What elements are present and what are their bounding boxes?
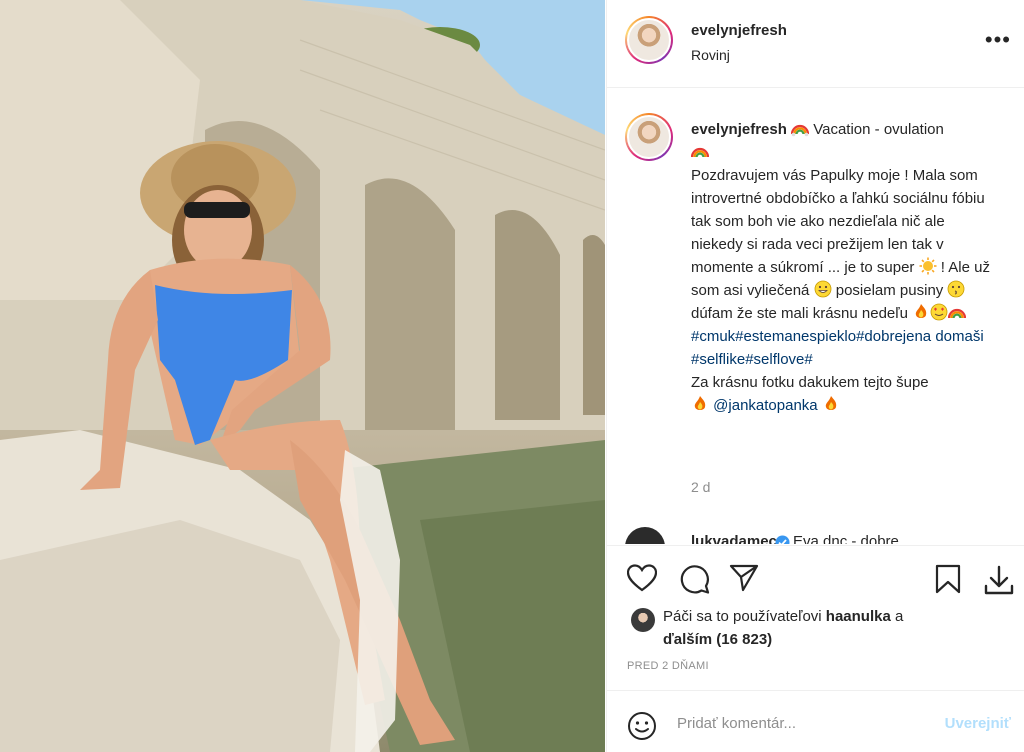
paper-plane-icon[interactable] xyxy=(729,564,759,592)
post-location[interactable]: Rovinj xyxy=(691,47,730,63)
liker-avatar[interactable] xyxy=(631,608,655,632)
likes-user[interactable]: haanulka xyxy=(826,608,891,625)
emoji-smile-icon[interactable] xyxy=(627,711,657,741)
post-photo xyxy=(0,0,605,752)
caption-mention[interactable]: @jankatopanka xyxy=(713,397,817,414)
verified-badge-icon xyxy=(775,535,790,544)
comment-bubble-icon[interactable] xyxy=(679,564,711,594)
love-face-emoji-icon xyxy=(930,303,948,321)
caption-body-part4: dúfam že ste mali krásnu nedeľu xyxy=(691,305,913,322)
comment-row: lukvadamec Eva dnc - dobre xyxy=(625,523,1024,544)
post-actions-bar xyxy=(607,545,1024,607)
caption-avatar[interactable] xyxy=(625,113,673,161)
comment-text: Eva dnc - dobre xyxy=(793,533,899,544)
post-header: evelynjefresh Rovinj ••• xyxy=(607,0,1024,88)
caption-text: evelynjefresh Vacation - ovulation Pozdr… xyxy=(691,118,991,417)
author-username[interactable]: evelynjefresh xyxy=(691,22,787,39)
grin-emoji-icon xyxy=(814,280,831,298)
bookmark-icon[interactable] xyxy=(935,564,961,594)
likes-text: Páči sa to používateľovi haanulka a ďalš… xyxy=(663,605,1003,651)
comment-input[interactable] xyxy=(677,711,927,735)
commenter-avatar[interactable] xyxy=(625,527,665,544)
more-options-icon[interactable]: ••• xyxy=(985,29,1011,51)
caption-hashtags[interactable]: #cmuk#estemanespieklo#dobrejena domaši #… xyxy=(691,328,984,368)
fire-emoji-icon xyxy=(915,304,927,318)
photo-illustration xyxy=(0,0,605,752)
sun-emoji-icon xyxy=(919,257,937,275)
caption-username[interactable]: evelynjefresh xyxy=(691,121,787,138)
comments-section: evelynjefresh Vacation - ovulation Pozdr… xyxy=(607,89,1024,544)
caption-title: Vacation - ovulation xyxy=(809,121,944,138)
fire-emoji-icon xyxy=(694,396,706,410)
rainbow-emoji-icon xyxy=(691,147,709,158)
post-timestamp[interactable]: PRED 2 DŇAMI xyxy=(627,660,709,672)
kiss-emoji-icon xyxy=(948,280,965,298)
rainbow-emoji-icon xyxy=(791,124,810,137)
fire-emoji-icon xyxy=(825,396,837,410)
post-side-panel: evelynjefresh Rovinj ••• evelynjefresh V… xyxy=(606,0,1024,752)
heart-icon[interactable] xyxy=(627,564,657,592)
post-age[interactable]: 2 d xyxy=(691,479,710,495)
post-comment-button[interactable]: Uverejniť xyxy=(945,715,1011,732)
likes-others[interactable]: ďalším (16 823) xyxy=(663,631,772,648)
author-avatar[interactable] xyxy=(625,16,673,64)
rainbow-emoji-icon xyxy=(948,308,967,319)
commenter-username[interactable]: lukvadamec xyxy=(691,533,777,544)
likes-prefix: Páči sa to používateľovi xyxy=(663,608,826,625)
likes-joiner: a xyxy=(890,608,904,625)
download-icon[interactable] xyxy=(983,564,1015,596)
caption-body-part3: posielam pusiny xyxy=(831,282,948,299)
caption-credit: Za krásnu fotku dakukem tejto šupe xyxy=(691,374,929,391)
add-comment-bar: Uverejniť xyxy=(607,690,1024,752)
